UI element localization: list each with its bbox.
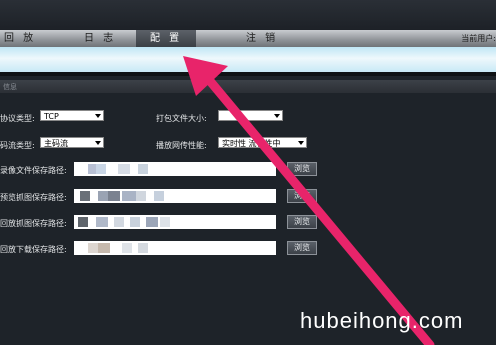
annotation-arrow-icon [183, 56, 435, 345]
watermark: hubeihong.com [300, 308, 464, 333]
